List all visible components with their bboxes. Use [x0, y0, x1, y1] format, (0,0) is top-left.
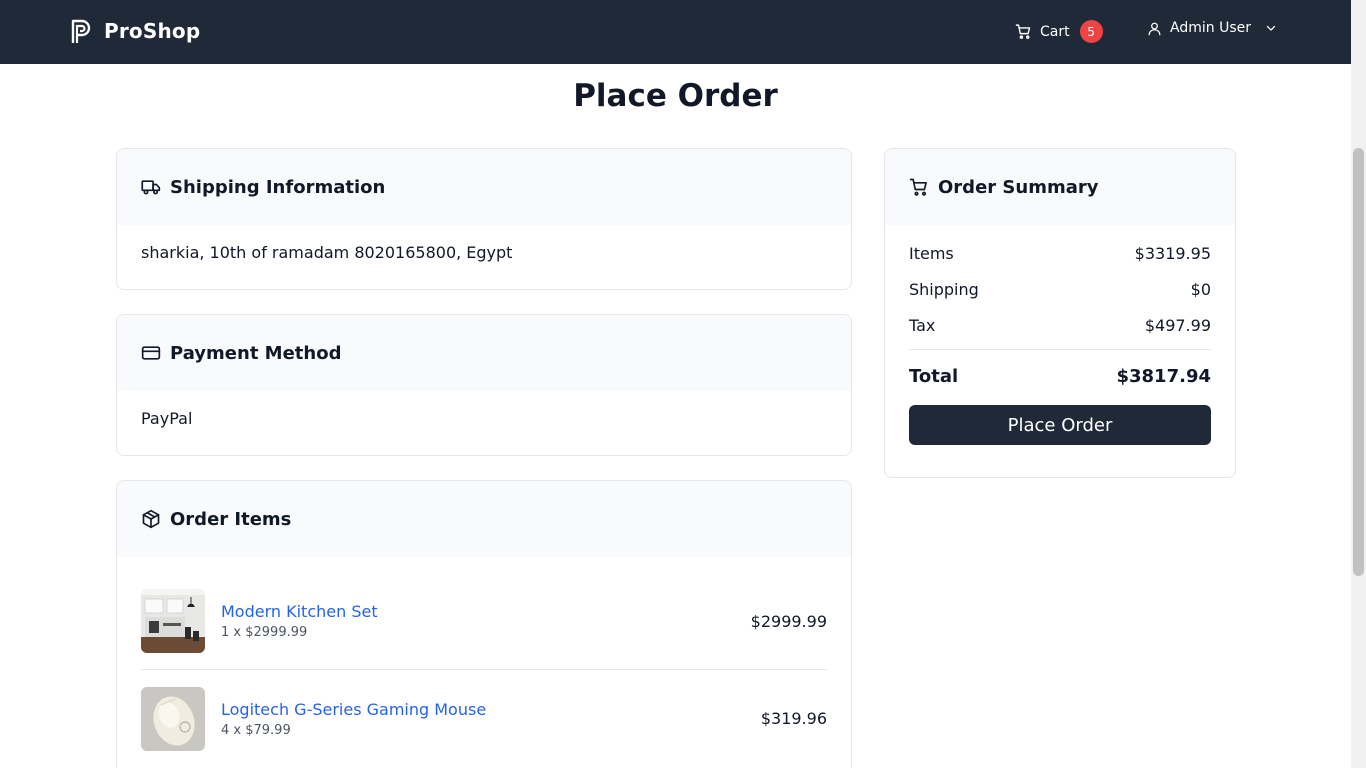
truck-icon [141, 180, 161, 195]
summary-items-label: Items [909, 243, 954, 263]
cart-icon [1015, 24, 1031, 39]
summary-items-row: Items $3319.95 [909, 235, 1211, 271]
order-item-total: $2999.99 [750, 611, 827, 631]
cart-icon [909, 178, 927, 196]
mouse-photo-icon[interactable] [141, 686, 205, 751]
order-item-row: Logitech G-Series Gaming Mouse 4 x $79.9… [141, 670, 827, 767]
scrollbar-thumb[interactable] [1353, 148, 1364, 576]
summary-items-value: $3319.95 [1134, 243, 1211, 263]
summary-total-value: $3817.94 [1116, 366, 1211, 387]
chevron-down-icon [1266, 25, 1276, 31]
order-summary-card: Order Summary Items $3319.95 Shipping $0… [884, 148, 1236, 478]
cart-link[interactable]: Cart 5 [1015, 20, 1103, 43]
payment-card: Payment Method PayPal [116, 314, 852, 456]
page-scrollbar[interactable] [1351, 0, 1366, 768]
page-title: Place Order [573, 78, 778, 114]
order-item-info: Logitech G-Series Gaming Mouse 4 x $79.9… [221, 700, 761, 738]
order-item-name-link[interactable]: Logitech G-Series Gaming Mouse [221, 700, 761, 719]
summary-tax-value: $497.99 [1144, 315, 1211, 335]
credit-card-icon [141, 346, 161, 360]
order-summary-title: Order Summary [938, 176, 1099, 198]
user-icon [1148, 22, 1161, 35]
payment-title: Payment Method [170, 342, 342, 364]
brand-link[interactable]: ProShop [70, 18, 200, 44]
shipping-card: Shipping Information sharkia, 10th of ra… [116, 148, 852, 290]
brand-name: ProShop [104, 19, 201, 43]
order-item-qty: 4 x $79.99 [221, 722, 291, 738]
payment-card-header: Payment Method [117, 315, 851, 391]
summary-total-label: Total [909, 366, 959, 387]
order-items-card-header: Order Items [117, 481, 851, 557]
summary-tax-row: Tax $497.99 [909, 307, 1211, 343]
order-item-total: $319.96 [760, 709, 827, 728]
shipping-card-header: Shipping Information [117, 149, 851, 225]
cart-count-badge: 5 [1079, 20, 1103, 43]
shipping-title: Shipping Information [170, 176, 386, 198]
order-item-name-link[interactable]: Modern Kitchen Set [221, 602, 751, 621]
summary-shipping-label: Shipping [909, 279, 979, 299]
user-name: Admin User [1170, 20, 1251, 36]
order-summary-header: Order Summary [885, 149, 1235, 225]
place-order-button[interactable]: Place Order [909, 405, 1211, 445]
summary-shipping-value: $0 [1190, 279, 1211, 299]
order-items-card: Order Items Modern Kitchen Set 1 x $2999… [116, 480, 852, 768]
user-menu-toggle[interactable]: Admin User [1147, 20, 1277, 36]
proshop-logo-icon [71, 19, 91, 43]
order-item-info: Modern Kitchen Set 1 x $2999.99 [221, 602, 751, 640]
summary-shipping-row: Shipping $0 [909, 271, 1211, 307]
order-item-row: Modern Kitchen Set 1 x $2999.99 $2999.99 [141, 573, 827, 670]
summary-divider [909, 349, 1211, 350]
cart-label: Cart [1040, 23, 1070, 40]
package-icon [142, 509, 160, 529]
shipping-address: sharkia, 10th of ramadam 8020165800, Egy… [141, 243, 513, 262]
kitchen-photo-icon[interactable] [141, 589, 205, 653]
order-items-title: Order Items [170, 508, 292, 530]
summary-total-row: Total $3817.94 [909, 366, 1211, 387]
payment-method: PayPal [141, 409, 193, 428]
summary-tax-label: Tax [909, 315, 936, 335]
top-navbar: ProShop Cart 5 Admin User [0, 0, 1351, 64]
order-item-qty: 1 x $2999.99 [221, 625, 308, 640]
